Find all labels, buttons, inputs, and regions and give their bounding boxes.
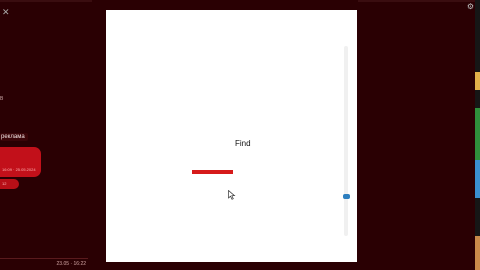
message-bubble-text: 16:09 · 25.05.2024 bbox=[2, 167, 36, 172]
message-bubble-small-text: 12 bbox=[2, 181, 7, 186]
app-swatch-1[interactable] bbox=[475, 72, 480, 90]
app-swatch-4[interactable] bbox=[475, 236, 480, 270]
message-bubble-small[interactable]: 12 bbox=[0, 179, 19, 189]
sidebar-footer-text: 23.05 · 16:22 bbox=[56, 261, 86, 267]
progress-bar bbox=[192, 170, 233, 174]
left-sidebar: ✕ B реклама 16:09 · 25.05.2024 12 23.05 … bbox=[0, 0, 92, 270]
right-panel-top-border bbox=[358, 0, 475, 2]
main-content-pane: Find bbox=[106, 10, 357, 262]
app-swatch-3[interactable] bbox=[475, 160, 480, 198]
progress-bar-fill bbox=[192, 170, 233, 174]
message-bubble[interactable]: 16:09 · 25.05.2024 bbox=[0, 147, 41, 177]
close-icon[interactable]: ✕ bbox=[2, 8, 10, 17]
sidebar-label-chip[interactable]: реклама bbox=[0, 133, 28, 141]
sidebar-status-text: B bbox=[0, 96, 4, 102]
find-label: Find bbox=[235, 139, 251, 148]
scrollbar-track[interactable] bbox=[344, 46, 348, 236]
scrollbar-thumb[interactable] bbox=[343, 194, 350, 199]
app-edge-strip bbox=[475, 0, 480, 270]
right-panel: ⚙ bbox=[358, 0, 475, 270]
mouse-cursor-icon bbox=[228, 190, 236, 200]
settings-icon[interactable]: ⚙ bbox=[467, 2, 474, 11]
sidebar-top-border bbox=[0, 0, 92, 2]
sidebar-footer: 23.05 · 16:22 bbox=[0, 258, 88, 268]
app-swatch-2[interactable] bbox=[475, 108, 480, 160]
